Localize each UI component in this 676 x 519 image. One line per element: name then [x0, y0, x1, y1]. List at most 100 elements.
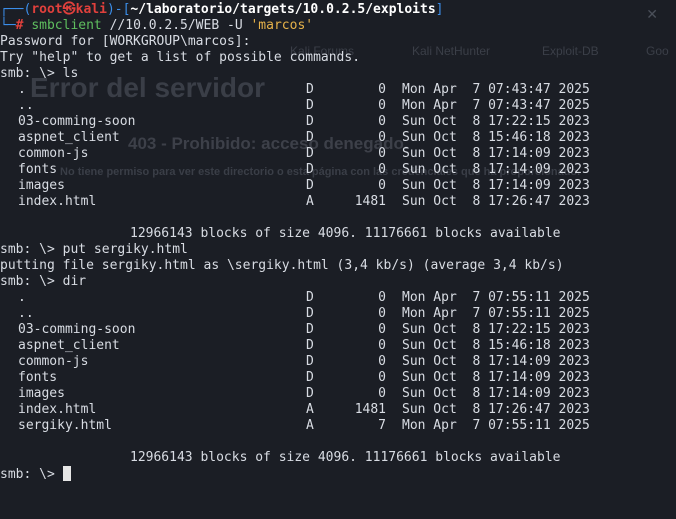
file-date: Sun Oct 8 17:26:47 2023: [402, 402, 590, 417]
file-attribute: D: [306, 338, 314, 353]
file-size: 0: [378, 370, 386, 385]
smb-prompt: smb: \>: [0, 467, 63, 482]
file-entry-row: sergiky.html A 7 Mon Apr 7 07:55:11 2025: [0, 418, 676, 434]
blocks-summary: 12966143 blocks of size 4096. 11176661 b…: [130, 450, 561, 465]
listing-footer-1: 12966143 blocks of size 4096. 11176661 b…: [0, 226, 676, 242]
file-entry-row: . D 0 Mon Apr 7 07:55:11 2025: [0, 290, 676, 306]
file-entry-row: .. D 0 Mon Apr 7 07:55:11 2025: [0, 306, 676, 322]
file-entry-row: 03-comming-soon D 0 Sun Oct 8 17:22:15 2023: [0, 322, 676, 338]
file-date: Sun Oct 8 17:14:09 2023: [402, 386, 590, 401]
file-entry-row: common-js D 0 Sun Oct 8 17:14:09 2023: [0, 354, 676, 370]
file-size: 0: [378, 130, 386, 145]
command-line: └─# smbclient //10.0.2.5/WEB -U 'marcos': [0, 18, 676, 34]
file-name: index.html: [18, 194, 97, 209]
file-entry-row: fonts D 0 Sun Oct 8 17:14:09 2023: [0, 162, 676, 178]
file-size: 0: [378, 178, 386, 193]
file-entry-row: index.html A 1481 Sun Oct 8 17:26:47 2023: [0, 402, 676, 418]
smb-command: put sergiky.html: [62, 242, 188, 257]
smb-prompt-dir: smb: \> dir: [0, 274, 676, 290]
file-entry-row: aspnet_client D 0 Sun Oct 8 15:46:18 2023: [0, 338, 676, 354]
smb-prompt: smb: \>: [0, 66, 63, 81]
file-name: sergiky.html: [18, 418, 112, 433]
file-attribute: A: [306, 194, 314, 209]
smb-prompt: smb: \>: [0, 242, 63, 257]
smb-command: ls: [62, 66, 79, 81]
prompt-hash: #: [15, 18, 24, 33]
smb-prompt: smb: \>: [0, 274, 63, 289]
file-entry-row: aspnet_client D 0 Sun Oct 8 15:46:18 2023: [0, 130, 676, 146]
file-entry-row: .. D 0 Mon Apr 7 07:43:47 2025: [0, 98, 676, 114]
file-attribute: D: [306, 146, 314, 161]
file-entry-row: fonts D 0 Sun Oct 8 17:14:09 2023: [0, 370, 676, 386]
command-user-string: 'marcos': [250, 18, 314, 33]
file-size: 1481: [354, 194, 386, 209]
file-attribute: D: [306, 290, 314, 305]
file-attribute: D: [306, 162, 314, 177]
smb-command: dir: [62, 274, 87, 289]
file-date: Sun Oct 8 17:26:47 2023: [402, 194, 590, 209]
terminal-window[interactable]: ✕ Kali Forums Kali NetHunter Exploit-DB …: [0, 0, 676, 519]
file-name: fonts: [18, 370, 58, 385]
prompt-path: ~/laboratorio/targets/10.0.2.5/exploits: [130, 2, 436, 17]
prompt-box-end: ]: [435, 2, 444, 17]
prompt-box-mid: )-[: [106, 2, 131, 17]
file-attribute: D: [306, 82, 314, 97]
file-size: 0: [378, 146, 386, 161]
prompt-user-host: root㉿kali: [31, 2, 107, 17]
file-size: 0: [378, 354, 386, 369]
file-name: index.html: [18, 402, 97, 417]
file-size: 0: [378, 162, 386, 177]
prompt-line: ┌──(root㉿kali)-[~/laboratorio/targets/10…: [0, 2, 676, 18]
file-date: Sun Oct 8 17:14:09 2023: [402, 354, 590, 369]
file-date: Sun Oct 8 15:46:18 2023: [402, 130, 590, 145]
file-name: common-js: [18, 354, 89, 369]
prompt-box-bottom: └─: [0, 18, 16, 33]
file-date: Mon Apr 7 07:43:47 2025: [402, 98, 590, 113]
text-cursor[interactable]: [62, 466, 71, 481]
file-name: ..: [18, 98, 34, 113]
file-date: Sun Oct 8 17:22:15 2023: [402, 322, 590, 337]
file-date: Sun Oct 8 17:14:09 2023: [402, 370, 590, 385]
file-attribute: A: [306, 402, 314, 417]
final-prompt-line[interactable]: smb: \>: [0, 466, 676, 482]
file-name: images: [18, 178, 65, 193]
file-entry-row: images D 0 Sun Oct 8 17:14:09 2023: [0, 178, 676, 194]
file-attribute: D: [306, 130, 314, 145]
file-attribute: A: [306, 418, 314, 433]
file-name: common-js: [18, 146, 89, 161]
file-size: 7: [378, 418, 386, 433]
file-name: aspnet_client: [18, 130, 120, 145]
file-size: 0: [378, 82, 386, 97]
file-entry-row: . D 0 Mon Apr 7 07:43:47 2025: [0, 82, 676, 98]
smb-prompt-put: smb: \> put sergiky.html: [0, 242, 676, 258]
file-entry-row: common-js D 0 Sun Oct 8 17:14:09 2023: [0, 146, 676, 162]
file-date: Sun Oct 8 17:22:15 2023: [402, 114, 590, 129]
file-size: 0: [378, 98, 386, 113]
password-prompt: Password for [WORKGROUP\marcos]:: [0, 34, 251, 49]
file-size: 0: [378, 306, 386, 321]
put-result: putting file sergiky.html as \sergiky.ht…: [0, 258, 564, 273]
file-attribute: D: [306, 370, 314, 385]
file-date: Sun Oct 8 17:14:09 2023: [402, 178, 590, 193]
file-date: Sun Oct 8 17:14:09 2023: [402, 146, 590, 161]
file-date: Mon Apr 7 07:55:11 2025: [402, 306, 590, 321]
directory-listing-1: . D 0 Mon Apr 7 07:43:47 2025.. D 0 Mon Apr 7 …: [0, 82, 676, 210]
prompt-box-top: ┌──(: [0, 2, 32, 17]
help-hint: Try "help" to get a list of possible com…: [0, 50, 361, 65]
file-name: 03-comming-soon: [18, 322, 136, 337]
file-name: fonts: [18, 162, 58, 177]
file-attribute: D: [306, 322, 314, 337]
file-size: 1481: [354, 402, 386, 417]
file-size: 0: [378, 114, 386, 129]
file-date: Mon Apr 7 07:55:11 2025: [402, 418, 590, 433]
file-size: 0: [378, 338, 386, 353]
file-name: .: [18, 82, 26, 97]
file-attribute: D: [306, 98, 314, 113]
file-entry-row: index.html A 1481 Sun Oct 8 17:26:47 2023: [0, 194, 676, 210]
file-name: ..: [18, 306, 34, 321]
file-date: Mon Apr 7 07:55:11 2025: [402, 290, 590, 305]
file-entry-row: 03-comming-soon D 0 Sun Oct 8 17:22:15 2023: [0, 114, 676, 130]
file-name: 03-comming-soon: [18, 114, 136, 129]
